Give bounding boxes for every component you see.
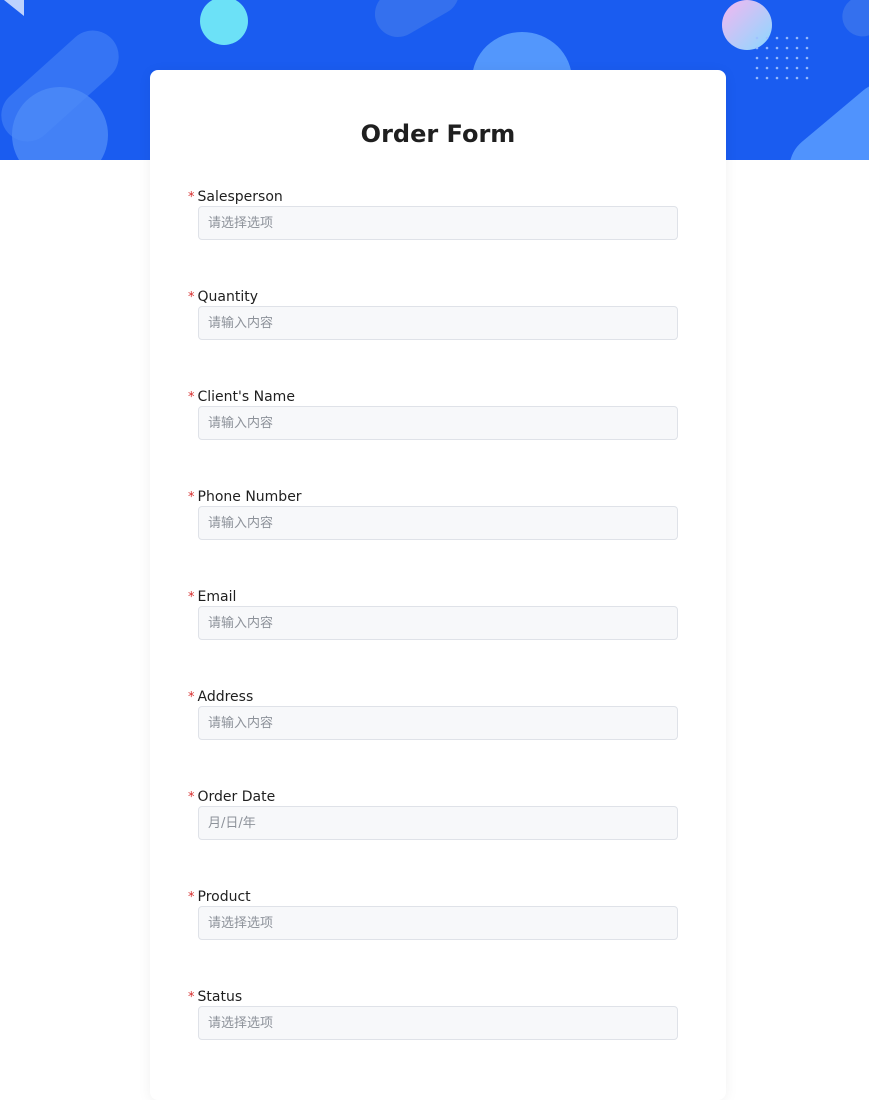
field-quantity: * Quantity [188, 287, 678, 367]
field-label: * Client's Name [188, 387, 295, 407]
field-label: * Phone Number [188, 487, 302, 507]
required-marker: * [188, 190, 195, 205]
page-title: Order Form [360, 120, 516, 148]
field-product: * Product [188, 887, 678, 967]
field-client-name: * Client's Name [188, 387, 678, 467]
field-phone-number: * Phone Number [188, 487, 678, 567]
required-marker: * [188, 990, 195, 1005]
required-marker: * [188, 390, 195, 405]
field-email: * Email [188, 587, 678, 667]
field-label-text: Phone Number [197, 489, 302, 505]
required-marker: * [188, 490, 195, 505]
field-address: * Address [188, 687, 678, 767]
field-label: * Address [188, 687, 253, 707]
field-order-date: * Order Date [188, 787, 678, 867]
field-label: * Status [188, 987, 242, 1007]
product-select[interactable] [198, 906, 678, 940]
field-label: * Quantity [188, 287, 258, 307]
field-label: * Email [188, 587, 236, 607]
order-date-input[interactable] [198, 806, 678, 840]
email-input[interactable] [198, 606, 678, 640]
client-name-input[interactable] [198, 406, 678, 440]
field-label-text: Client's Name [197, 389, 295, 405]
field-salesperson: * Salesperson [188, 187, 678, 267]
form-card: Order Form *Salesperson *Quantity *Clien… [150, 70, 726, 1100]
field-label-text: Quantity [197, 289, 259, 305]
required-marker: * [188, 690, 195, 705]
required-marker: * [188, 290, 195, 305]
required-marker: * [188, 890, 195, 905]
status-select[interactable] [198, 1006, 678, 1040]
field-label: * Product [188, 887, 251, 907]
salesperson-select[interactable] [198, 206, 678, 240]
field-label-text: Order Date [197, 789, 276, 805]
field-label-text: Salesperson [197, 189, 283, 205]
field-label-text: Email [197, 589, 237, 605]
required-marker: * [188, 790, 195, 805]
phone-number-input[interactable] [198, 506, 678, 540]
field-label-text: Address [197, 689, 254, 705]
field-label-text: Status [197, 989, 243, 1005]
address-input[interactable] [198, 706, 678, 740]
field-label: * Salesperson [188, 187, 283, 207]
field-status: * Status [188, 987, 678, 1067]
field-label: * Order Date [188, 787, 275, 807]
field-label-text: Product [197, 889, 251, 905]
required-marker: * [188, 590, 195, 605]
quantity-input[interactable] [198, 306, 678, 340]
